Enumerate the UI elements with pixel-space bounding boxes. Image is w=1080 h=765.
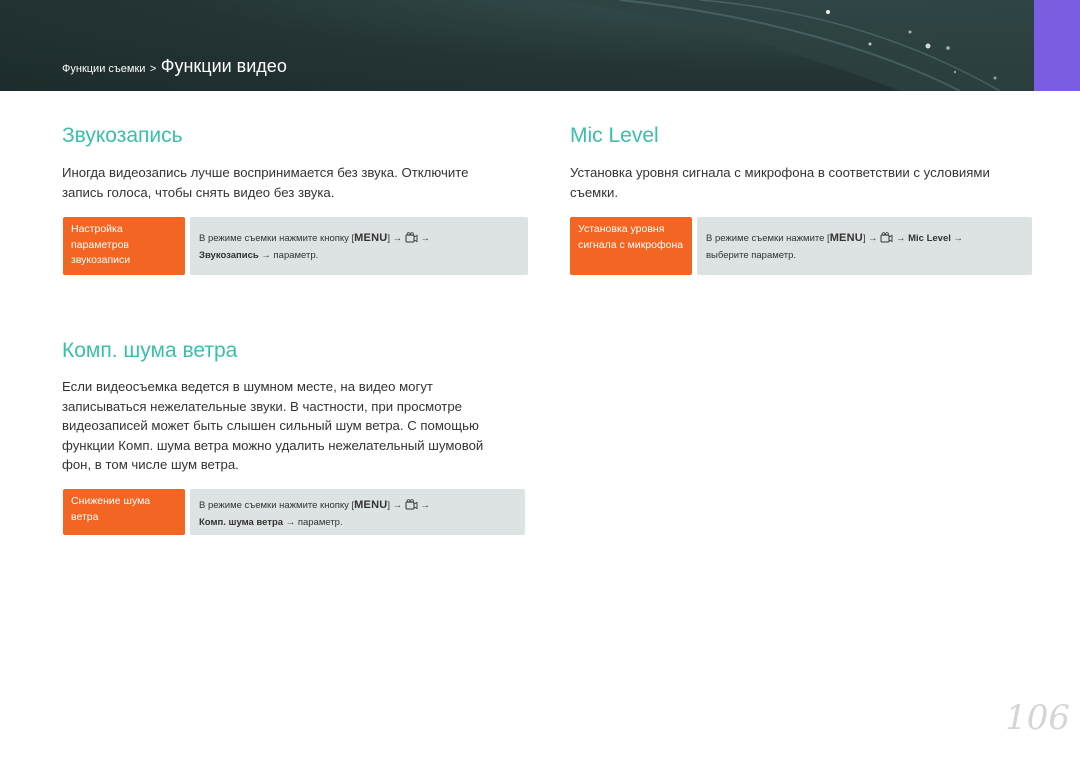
section-body-mic-level: Установка уровня сигнала с микрофона в с… [570, 165, 990, 200]
section-title-mic-level: Mic Level [570, 124, 659, 147]
breadcrumb-separator: > [149, 63, 157, 75]
instruction-menu-item: Комп. шума ветра [199, 517, 284, 528]
menu-key: MENU [354, 499, 388, 511]
tag-audio-settings: Настройка параметров звукозаписи [63, 217, 185, 275]
section-title-audio: Звукозапись [62, 124, 183, 147]
video-camera-icon [880, 232, 893, 248]
header-accent-bar [1034, 0, 1080, 91]
instruction-text: → параметр. [285, 517, 343, 528]
instruction-menu-item: Звукозапись [199, 250, 259, 261]
instruction-text: выберите параметр. [706, 250, 797, 261]
header-decoration [560, 0, 1080, 91]
instruction-text: В режиме съемки нажмите [ [706, 233, 830, 244]
breadcrumb-parent[interactable]: Функции съемки [62, 63, 145, 75]
instruction-box-mic-level: В режиме съемки нажмите [MENU] → → Mic L… [697, 217, 1032, 275]
instruction-text: В режиме съемки нажмите кнопку [ [199, 233, 355, 244]
breadcrumb: Функции съемки > Функции видео [62, 56, 287, 77]
menu-key: MENU [354, 232, 388, 244]
instruction-menu-item: Mic Level [908, 233, 951, 244]
section-title-wind-noise: Комп. шума ветра [62, 339, 238, 362]
instruction-box-audio: В режиме съемки нажмите кнопку [MENU] → … [190, 217, 528, 275]
instruction-arrow: → [953, 233, 964, 244]
page-header: Функции съемки > Функции видео [0, 0, 1080, 91]
instruction-arrow: → [420, 500, 430, 511]
breadcrumb-current: Функции видео [160, 56, 287, 76]
tag-mic-level: Установка уровня сигнала с микрофона [570, 217, 692, 275]
video-camera-icon [405, 499, 418, 515]
instruction-arrow: → [420, 233, 430, 244]
instruction-text: В режиме съемки нажмите кнопку [ [199, 500, 355, 511]
tag-wind-noise: Снижение шума ветра [63, 489, 185, 535]
instruction-text: ] → [862, 233, 878, 244]
page-number: 106 [1005, 698, 1070, 738]
section-body-audio: Иногда видеозапись лучше воспринимается … [62, 165, 469, 200]
instruction-text: ] → [387, 500, 403, 511]
section-body-wind-noise: Если видеосъемка ведется в шумном месте,… [62, 379, 484, 472]
instruction-text: → параметр. [261, 250, 319, 261]
instruction-box-wind-noise: В режиме съемки нажмите кнопку [MENU] → … [190, 489, 525, 535]
menu-key: MENU [829, 232, 863, 244]
instruction-text: ] → [387, 233, 403, 244]
video-camera-icon [405, 232, 418, 248]
instruction-arrow: → [895, 233, 906, 244]
